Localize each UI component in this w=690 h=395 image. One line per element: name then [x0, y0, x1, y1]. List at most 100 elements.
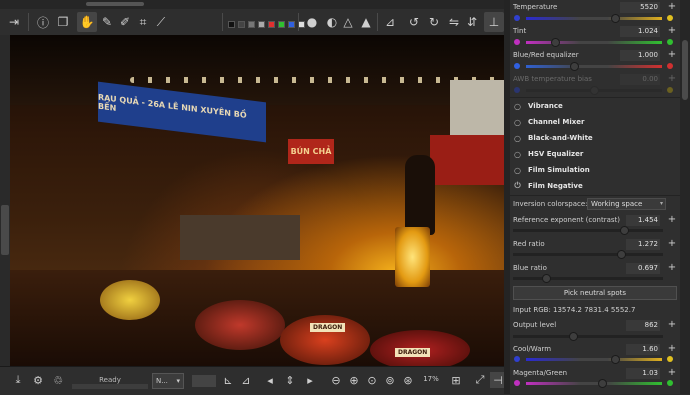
red-ratio-slider[interactable]: [616, 250, 626, 259]
magenta-green-value[interactable]: 1.03: [626, 368, 660, 379]
output-level-track[interactable]: [513, 335, 663, 338]
red-ratio-value[interactable]: 1.272: [626, 239, 660, 250]
temperature-slider[interactable]: [611, 14, 621, 23]
ref-exponent-slider[interactable]: [619, 226, 629, 235]
rotate-left-icon[interactable]: ↺: [404, 12, 424, 32]
next-image-icon[interactable]: ▸: [302, 372, 318, 388]
top-scrollbar[interactable]: [0, 0, 510, 9]
cool-warm-track[interactable]: [526, 358, 662, 361]
zoom-in-icon[interactable]: ⊕: [346, 372, 362, 388]
pick-neutral-spots-button[interactable]: Pick neutral spots: [513, 286, 677, 300]
save-icon[interactable]: ⤓: [10, 372, 26, 388]
hand-icon[interactable]: ✋: [77, 12, 97, 32]
left-scrollbar[interactable]: [0, 35, 10, 366]
dock-icon[interactable]: ⇥: [4, 12, 24, 32]
temperature-reset-icon[interactable]: +: [667, 2, 677, 12]
power-icon[interactable]: ⏻: [513, 181, 522, 191]
tint-reset-icon[interactable]: +: [667, 26, 677, 36]
temperature-track[interactable]: [526, 17, 662, 20]
panel-scrollbar-thumb[interactable]: [682, 40, 688, 100]
zoom-fit-crop-icon[interactable]: ⊚: [382, 372, 398, 388]
blue-red-reset-icon[interactable]: +: [667, 50, 677, 60]
info-icon[interactable]: ⓘ: [33, 12, 53, 32]
panel-toggle-icon[interactable]: ⊥: [484, 12, 504, 32]
warning-icon[interactable]: △: [338, 12, 358, 32]
warning-filled-icon[interactable]: ▲: [356, 12, 376, 32]
swatch[interactable]: [238, 21, 245, 28]
new-detail-window-icon[interactable]: ⊞: [448, 372, 464, 388]
output-level-reset-icon[interactable]: +: [667, 320, 677, 330]
histogram-icon[interactable]: ⊿: [380, 12, 400, 32]
swatch-row[interactable]: [228, 21, 305, 28]
cool-warm-reset-icon[interactable]: +: [667, 344, 677, 354]
magenta-green-slider[interactable]: [597, 379, 607, 388]
tint-slider[interactable]: [551, 38, 561, 47]
cool-warm-value[interactable]: 1.60: [626, 344, 660, 355]
top-scrollbar-thumb[interactable]: [86, 2, 144, 6]
gamut-icon[interactable]: [192, 375, 216, 387]
zoom-100-icon[interactable]: ⊛: [400, 372, 416, 388]
gear-icon[interactable]: ⚙: [30, 372, 46, 388]
power-icon[interactable]: ○: [513, 150, 522, 159]
tool-hsv-equalizer[interactable]: ○ HSV Equalizer: [513, 147, 583, 161]
tool-channel-mixer[interactable]: ○ Channel Mixer: [513, 115, 584, 129]
magenta-green-reset-icon[interactable]: +: [667, 368, 677, 378]
blue-red-slider[interactable]: [570, 62, 580, 71]
blue-ratio-slider[interactable]: [541, 274, 551, 283]
queue-icon[interactable]: ♲: [50, 372, 66, 388]
power-icon[interactable]: ○: [513, 166, 522, 175]
before-after-icon[interactable]: ❐: [53, 12, 73, 32]
sync-icon[interactable]: ⇕: [282, 372, 298, 388]
power-icon[interactable]: ○: [513, 118, 522, 127]
red-ratio-track[interactable]: [513, 253, 663, 256]
swatch[interactable]: [258, 21, 265, 28]
output-level-value[interactable]: 862: [626, 320, 660, 331]
swatch[interactable]: [248, 21, 255, 28]
crop-icon[interactable]: ⌗: [133, 12, 153, 32]
left-scrollbar-thumb[interactable]: [1, 205, 9, 255]
ball-icon[interactable]: ●: [302, 12, 322, 32]
blue-red-track[interactable]: [526, 65, 662, 68]
cool-warm-slider[interactable]: [611, 355, 621, 364]
power-icon[interactable]: ○: [513, 102, 522, 111]
flip-v-icon[interactable]: ⇵: [462, 12, 482, 32]
red-ratio-reset-icon[interactable]: +: [667, 239, 677, 249]
rotate-right-icon[interactable]: ↻: [424, 12, 444, 32]
softproof-icon[interactable]: ⊾: [220, 372, 236, 388]
temperature-value[interactable]: 5520: [620, 2, 660, 13]
fullscreen-icon[interactable]: ⤢: [472, 372, 488, 388]
tint-track[interactable]: [526, 41, 662, 44]
previous-image-icon[interactable]: ◂: [262, 372, 278, 388]
ref-exponent-reset-icon[interactable]: +: [667, 215, 677, 225]
profile-dropdown[interactable]: N... ▾: [152, 373, 184, 389]
blue-ratio-reset-icon[interactable]: +: [667, 263, 677, 273]
output-level-slider[interactable]: [568, 332, 578, 341]
magenta-green-track[interactable]: [526, 382, 662, 385]
flip-h-icon[interactable]: ⇋: [444, 12, 464, 32]
wb-picker-icon[interactable]: ✐: [115, 12, 135, 32]
power-icon[interactable]: ○: [513, 134, 522, 143]
swatch[interactable]: [268, 21, 275, 28]
inversion-colorspace-dropdown[interactable]: Working space ▾: [587, 198, 666, 210]
gamut-warning-icon[interactable]: ⊿: [238, 372, 254, 388]
swatch[interactable]: [228, 21, 235, 28]
ref-exponent-value[interactable]: 1.454: [626, 215, 660, 226]
zoom-fit-icon[interactable]: ⊙: [364, 372, 380, 388]
panel-scrollbar[interactable]: [680, 0, 690, 394]
blue-red-value[interactable]: 1.000: [620, 50, 660, 61]
color-picker-icon[interactable]: ✎: [97, 12, 117, 32]
straighten-icon[interactable]: ⟋: [151, 12, 171, 32]
swatch[interactable]: [278, 21, 285, 28]
tool-film-negative[interactable]: ⏻ Film Negative: [513, 179, 582, 193]
tool-black-and-white[interactable]: ○ Black-and-White: [513, 131, 593, 145]
image-preview[interactable]: RAU QUẢ - 26A LÊ NIN XUYÊN BỒ BẾN BÚN CH…: [10, 35, 504, 366]
ref-exponent-track[interactable]: [513, 229, 663, 232]
swatch[interactable]: [288, 21, 295, 28]
tool-film-simulation[interactable]: ○ Film Simulation: [513, 163, 590, 177]
blue-ratio-value[interactable]: 0.697: [626, 263, 660, 274]
fruit-label: DRAGON: [395, 348, 431, 357]
tool-vibrance[interactable]: ○ Vibrance: [513, 99, 563, 113]
zoom-out-icon[interactable]: ⊖: [328, 372, 344, 388]
blue-ratio-track[interactable]: [513, 277, 663, 280]
tint-value[interactable]: 1.024: [620, 26, 660, 37]
